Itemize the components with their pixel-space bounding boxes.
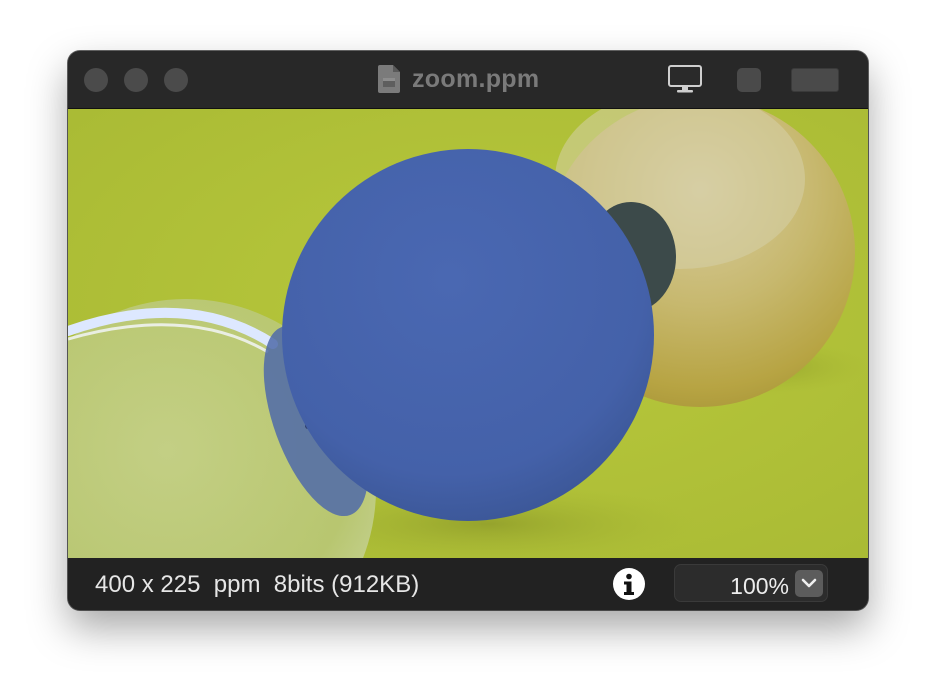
statusbar: 400 x 225 ppm 8bits (912KB) 100%	[68, 558, 868, 610]
window-minimize-button[interactable]	[124, 68, 148, 92]
window-title-group: zoom.ppm	[378, 63, 539, 95]
window-title: zoom.ppm	[412, 64, 540, 93]
wide-rect-icon[interactable]	[791, 68, 839, 92]
square-icon[interactable]	[737, 68, 761, 92]
chevron-down-icon[interactable]	[795, 570, 823, 597]
image-viewer-window: zoom.ppm 400 x 225 ppm 8bits (912KB) 100…	[68, 51, 868, 610]
image-canvas-svg	[68, 109, 868, 558]
zoom-value: 100%	[730, 573, 789, 599]
file-icon	[378, 65, 400, 93]
window-close-button[interactable]	[84, 68, 108, 92]
titlebar: zoom.ppm	[68, 51, 868, 109]
image-info-text: 400 x 225 ppm 8bits (912KB)	[95, 571, 420, 598]
rendered-spheres-image	[68, 109, 868, 558]
monitor-icon[interactable]	[668, 65, 702, 95]
info-icon[interactable]	[612, 567, 646, 601]
zoom-select[interactable]: 100%	[674, 564, 828, 602]
window-zoom-button[interactable]	[164, 68, 188, 92]
